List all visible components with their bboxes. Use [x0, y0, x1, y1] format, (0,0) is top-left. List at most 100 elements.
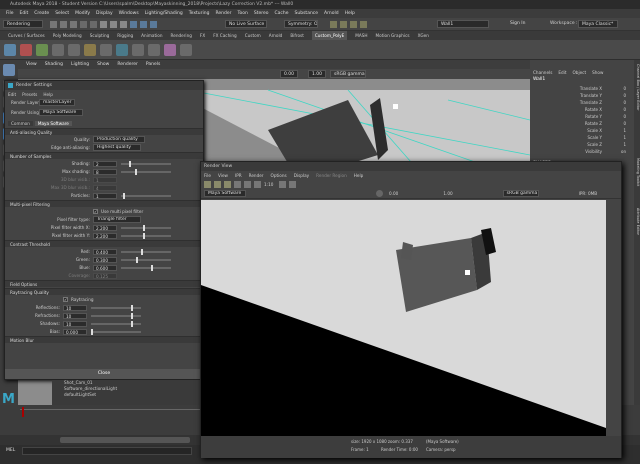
shelf-tab-animation[interactable]: Animation	[141, 31, 162, 40]
menu-set-dropdown[interactable]: Rendering	[3, 20, 43, 28]
shelf-tab-custom[interactable]: Custom	[245, 31, 261, 40]
cb-attr-row[interactable]: Translate Z0	[530, 99, 634, 106]
side-tab-attribute-editor[interactable]: Attribute Editor	[634, 208, 640, 254]
vp-menu-lighting[interactable]: Lighting	[71, 60, 89, 69]
rs-shadows-field[interactable]: 10	[63, 320, 87, 327]
cb-attr-row[interactable]: Scale X1	[530, 127, 634, 134]
workspace-dropdown[interactable]: Maya Classic*	[578, 20, 618, 28]
shelf-tab-sculpting[interactable]: Sculpting	[90, 31, 110, 40]
rs-reflections-slider[interactable]	[91, 304, 141, 311]
vp-color-space-dropdown[interactable]: sRGB gamma	[330, 70, 366, 78]
rs-section-contrast[interactable]: Contrast Threshold	[5, 240, 203, 247]
shelf-tab-mash[interactable]: MASH	[355, 31, 367, 40]
rv-menu-render[interactable]: Render	[249, 173, 264, 178]
rv-menu-ipr[interactable]: IPR	[235, 173, 242, 178]
shelf-tab-bifrost[interactable]: Bifrost	[290, 31, 304, 40]
shelf-tab-rigging[interactable]: Rigging	[117, 31, 133, 40]
rendered-image[interactable]	[201, 200, 606, 436]
rv-menu-options[interactable]: Options	[271, 173, 287, 178]
rs-reflections-field[interactable]: 10	[63, 304, 87, 311]
rs-green-field[interactable]: 0.300	[93, 256, 117, 263]
rs-green-slider[interactable]	[121, 256, 171, 263]
shelf-tab-xgen[interactable]: XGen	[418, 31, 429, 40]
menu-windows[interactable]: Windows	[119, 9, 139, 18]
vp-gamma-field[interactable]: 1.00	[308, 70, 326, 78]
shelf-tab-curves-surfaces[interactable]: Curves / Surfaces	[8, 31, 45, 40]
menu-help[interactable]: Help	[345, 9, 355, 18]
rv-alpha-icon[interactable]	[244, 180, 251, 188]
rs-menu-presets[interactable]: Presets	[22, 92, 37, 97]
rv-ipr-icon[interactable]	[214, 180, 221, 188]
rs-section-anti-aliasing[interactable]: Anti-aliasing Quality	[5, 128, 203, 135]
rv-menu-help[interactable]: Help	[354, 173, 364, 178]
rv-zoom-icon[interactable]	[254, 180, 261, 188]
rs-particles-field[interactable]: 1	[93, 192, 117, 199]
ipr-render-icon[interactable]	[340, 21, 347, 28]
vp-menu-view[interactable]: View	[26, 60, 37, 69]
menu-edit[interactable]: Edit	[20, 9, 29, 18]
shelf-mirror-icon[interactable]	[164, 43, 176, 56]
save-scene-icon[interactable]	[70, 21, 77, 28]
side-tab-modeling-toolkit[interactable]: Modeling Toolkit	[634, 158, 640, 204]
rs-shadows-slider[interactable]	[91, 320, 141, 327]
rv-exposure-icon[interactable]	[376, 190, 383, 197]
rs-section-raytracing[interactable]: Raytracing Quality	[5, 288, 203, 295]
snap-point-icon[interactable]	[150, 21, 157, 28]
rs-red-slider[interactable]	[121, 248, 171, 255]
rs-refractions-field[interactable]: 10	[63, 312, 87, 319]
rs-tab-maya-software[interactable]: Maya Software	[34, 120, 72, 126]
rv-menu-render-region[interactable]: Render Region	[316, 173, 347, 178]
shelf-tab-arnold[interactable]: Arnold	[269, 31, 283, 40]
menu-file[interactable]: File	[6, 9, 14, 18]
shelf-tab-poly-modeling[interactable]: Poly Modeling	[53, 31, 82, 40]
rv-keep-image-icon[interactable]	[279, 180, 287, 188]
menu-cache[interactable]: Cache	[275, 9, 289, 18]
shelf-tab-motion-graphics[interactable]: Motion Graphics	[376, 31, 410, 40]
mel-command-input[interactable]	[22, 447, 192, 455]
redo-icon[interactable]	[90, 21, 97, 28]
cb-tab-show[interactable]: Show	[592, 70, 603, 75]
cb-attr-row[interactable]: Scale Z1	[530, 141, 634, 148]
sign-in-button[interactable]: Sign In	[510, 20, 525, 28]
rs-section-multi-pixel-filtering[interactable]: Multi-pixel Filtering	[5, 200, 203, 207]
rs-filter-width-x-field[interactable]: 2.200	[93, 224, 117, 231]
rv-title-bar[interactable]: Render View	[201, 162, 621, 171]
vp-menu-show[interactable]: Show	[97, 60, 109, 69]
rs-section-samples[interactable]: Number of Samples	[5, 152, 203, 159]
shelf-tab-custom-polye[interactable]: Custom_PolyE	[311, 31, 348, 40]
cb-attr-row[interactable]: Rotate Y0	[530, 113, 634, 120]
rs-section-motion-blur[interactable]: Motion Blur	[5, 336, 203, 343]
range-slider-handle[interactable]	[60, 437, 190, 443]
vp-menu-panels[interactable]: Panels	[146, 60, 160, 69]
rv-rgb-icon[interactable]	[234, 180, 241, 188]
rv-color-space-dropdown[interactable]: sRGB gamma	[502, 190, 539, 197]
vp-exposure-field[interactable]: 0.00	[280, 70, 298, 78]
new-scene-icon[interactable]	[50, 21, 57, 28]
cb-tab-edit[interactable]: Edit	[558, 70, 566, 75]
rv-menu-file[interactable]: File	[204, 173, 211, 178]
rs-menu-edit[interactable]: Edit	[8, 92, 16, 97]
cb-attr-row[interactable]: Rotate Z0	[530, 120, 634, 127]
rv-redo-render-icon[interactable]	[204, 180, 211, 188]
shelf-bridge-icon[interactable]	[68, 43, 80, 56]
rs-render-layer-dropdown[interactable]: masterLayer	[39, 99, 75, 106]
open-scene-icon[interactable]	[60, 21, 67, 28]
rs-filter-width-x-slider[interactable]	[121, 224, 171, 231]
shelf-split-icon[interactable]	[100, 43, 112, 56]
rv-remove-image-icon[interactable]	[289, 180, 297, 188]
rv-ratio[interactable]: 1:10	[264, 182, 273, 187]
shelf-tab-fx[interactable]: FX	[200, 31, 205, 40]
shelf-extrude-icon[interactable]	[36, 43, 48, 56]
rv-renderer-dropdown[interactable]: Maya Software	[204, 190, 246, 197]
rs-bias-slider[interactable]	[91, 328, 141, 335]
rs-red-field[interactable]: 0.400	[93, 248, 117, 255]
menu-substance[interactable]: Substance	[295, 9, 319, 18]
shelf-tab-rendering[interactable]: Rendering	[171, 31, 192, 40]
rs-filter-width-y-field[interactable]: 2.200	[93, 232, 117, 239]
rv-exposure-value[interactable]: 0.00	[389, 191, 398, 196]
mel-label[interactable]: MEL	[6, 448, 15, 453]
shelf-merge-icon[interactable]	[52, 43, 64, 56]
hypershade-icon[interactable]	[360, 21, 367, 28]
select-component-icon[interactable]	[120, 21, 127, 28]
rs-shading-slider[interactable]	[121, 160, 171, 167]
